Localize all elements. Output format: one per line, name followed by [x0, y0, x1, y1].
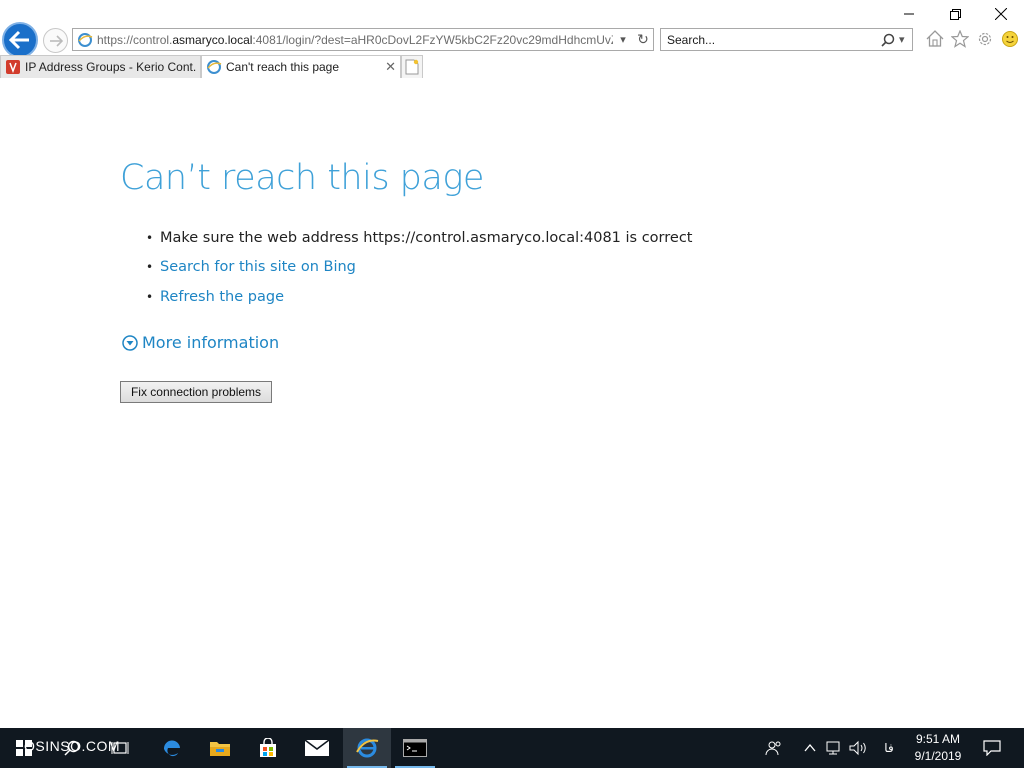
browser-chrome: https://control.asmaryco.local:4081/logi… [0, 0, 1024, 78]
close-window-button[interactable] [978, 0, 1024, 28]
tab-label: Can't reach this page [226, 60, 340, 74]
suggestion-text: Make sure the web address https://contro… [160, 229, 693, 246]
people-icon [765, 741, 781, 756]
star-icon [950, 29, 969, 48]
page-title: Can’t reach this page [120, 158, 484, 198]
tab-bar: IP Address Groups - Kerio Cont... Can't … [0, 55, 423, 78]
taskbar-store[interactable] [244, 728, 292, 768]
search-bing-link[interactable]: Search for this site on Bing [160, 259, 356, 275]
taskbar-edge[interactable] [148, 728, 196, 768]
gear-icon [978, 32, 991, 45]
list-item: • Make sure the web address https://cont… [146, 223, 692, 253]
address-url[interactable]: https://control.asmaryco.local:4081/logi… [97, 33, 613, 47]
more-information-toggle[interactable]: More information [122, 333, 279, 352]
search-icon[interactable] [881, 33, 895, 47]
forward-arrow-icon [49, 34, 63, 47]
taskbar: OSINSO.COM فا 9:51 AM 9/1/2019 [0, 728, 1024, 768]
smiley-icon [1001, 30, 1018, 47]
suggestion-list: • Make sure the web address https://cont… [146, 223, 692, 312]
network-icon [826, 741, 840, 755]
folder-icon [210, 742, 230, 756]
home-icon [926, 30, 943, 47]
tab-kerio[interactable]: IP Address Groups - Kerio Cont... [0, 55, 201, 78]
minimize-icon [904, 13, 914, 15]
internet-explorer-icon [356, 738, 379, 758]
back-button[interactable] [2, 22, 38, 58]
action-center-button[interactable] [978, 728, 1006, 768]
speaker-icon [849, 740, 866, 756]
address-bar[interactable]: https://control.asmaryco.local:4081/logi… [72, 28, 654, 51]
page-content: Can’t reach this page • Make sure the we… [0, 78, 1024, 728]
bullet: • [146, 230, 154, 245]
tab-label: IP Address Groups - Kerio Cont... [25, 60, 196, 74]
forward-button[interactable] [43, 28, 68, 53]
restore-button[interactable] [932, 0, 978, 28]
taskbar-internet-explorer[interactable] [343, 728, 391, 768]
watermark-text: OSINSO.COM [24, 738, 121, 754]
refresh-page-link[interactable]: Refresh the page [160, 289, 284, 305]
chevron-up-icon [804, 744, 816, 752]
back-arrow-icon [9, 30, 29, 50]
bullet: • [146, 289, 154, 304]
tab-cant-reach[interactable]: Can't reach this page ✕ [201, 55, 401, 78]
address-dropdown-icon[interactable]: ▾ [613, 29, 633, 50]
ie-page-icon [207, 60, 222, 74]
input-language-indicator[interactable]: فا [878, 728, 900, 768]
tab-close-icon[interactable]: ✕ [379, 59, 396, 75]
chevron-down-circle-icon [122, 334, 138, 351]
network-button[interactable] [822, 728, 846, 768]
show-hidden-icons-button[interactable] [800, 728, 820, 768]
list-item: • Search for this site on Bing [146, 253, 692, 283]
list-item: • Refresh the page [146, 282, 692, 312]
clock-date: 9/1/2019 [914, 749, 962, 763]
command-prompt-icon [403, 739, 427, 757]
new-tab-button[interactable] [401, 55, 423, 78]
taskbar-cmd[interactable] [391, 728, 439, 768]
store-icon [260, 738, 276, 757]
ie-page-icon [78, 32, 93, 47]
mail-icon [305, 740, 329, 756]
home-button[interactable] [924, 28, 945, 49]
refresh-icon[interactable]: ↻ [633, 29, 653, 50]
feedback-button[interactable] [999, 28, 1020, 49]
clock[interactable]: 9:51 AM 9/1/2019 [905, 731, 971, 765]
search-input[interactable] [661, 29, 871, 50]
taskbar-file-explorer[interactable] [196, 728, 244, 768]
edge-icon [163, 740, 180, 757]
new-tab-icon [405, 59, 419, 75]
minimize-button[interactable] [886, 0, 932, 28]
clock-time: 9:51 AM [915, 732, 961, 746]
more-information-label: More information [142, 333, 280, 352]
toolbar-icons [924, 28, 1020, 49]
kerio-icon [6, 60, 20, 74]
favorites-button[interactable] [949, 28, 970, 49]
fix-connection-button[interactable]: Fix connection problems [120, 381, 272, 403]
restore-icon [949, 8, 961, 20]
search-box[interactable]: ▾ [660, 28, 913, 51]
bullet: • [146, 260, 154, 275]
taskbar-mail[interactable] [293, 728, 341, 768]
close-icon [995, 8, 1007, 20]
search-dropdown-icon[interactable]: ▾ [899, 33, 905, 46]
window-controls [886, 0, 1024, 28]
settings-button[interactable] [974, 28, 995, 49]
volume-button[interactable] [847, 728, 871, 768]
notification-icon [983, 740, 1001, 756]
people-button[interactable] [760, 728, 788, 768]
